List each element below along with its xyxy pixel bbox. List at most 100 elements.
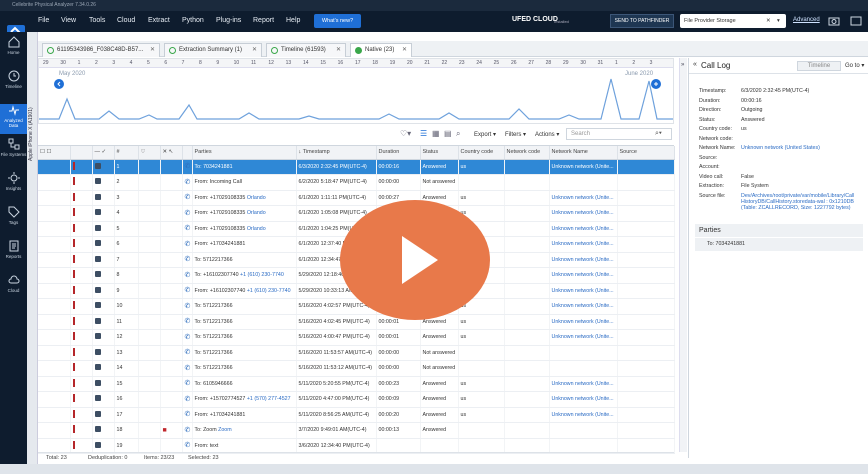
checkbox-icon[interactable]: [94, 193, 101, 200]
tag-filter-icon[interactable]: ♡▾: [400, 129, 411, 138]
global-search-select[interactable]: File Provider Storage ✕ ▾: [680, 14, 786, 28]
party-contact-link[interactable]: +1 (610) 230-7740: [247, 288, 291, 294]
row-flags[interactable]: [38, 422, 71, 439]
col-country-header[interactable]: Country code: [458, 146, 505, 160]
row-flags[interactable]: [38, 314, 71, 330]
party-contact-link[interactable]: Orlando: [247, 226, 266, 232]
menu-view[interactable]: View: [61, 17, 76, 24]
checkbox-icon[interactable]: [94, 240, 101, 247]
menu-file[interactable]: File: [38, 17, 49, 24]
camera-icon[interactable]: [828, 15, 840, 27]
checkbox-icon[interactable]: [94, 426, 101, 433]
row-checkbox[interactable]: [92, 298, 115, 315]
row-flags[interactable]: [38, 205, 71, 222]
party-contact-link[interactable]: Zoom: [218, 427, 232, 433]
checkbox-icon[interactable]: [94, 224, 101, 231]
row-network-name[interactable]: Unknown network (Unite...: [549, 376, 618, 392]
table-row[interactable]: 16 ✆ From: +15702774527 +1 (570) 277-4527 5…: [38, 391, 675, 408]
row-flags[interactable]: [38, 298, 71, 315]
row-network-name[interactable]: Unknown network (Unite...: [549, 159, 618, 175]
checkbox-icon[interactable]: [94, 162, 101, 169]
close-icon[interactable]: ✕: [150, 44, 155, 57]
menu-extract[interactable]: Extract: [148, 17, 170, 24]
row-tag[interactable]: [138, 407, 161, 423]
row-network-name[interactable]: [549, 422, 618, 439]
checkbox-icon[interactable]: [94, 364, 101, 371]
row-flags[interactable]: [38, 221, 71, 237]
row-flags[interactable]: [38, 283, 71, 299]
row-network-name[interactable]: Unknown network (Unite...: [549, 267, 618, 284]
row-checkbox[interactable]: [92, 283, 115, 299]
row-network-name[interactable]: Unknown network (Unite...: [549, 221, 618, 237]
row-checkbox[interactable]: [92, 422, 115, 439]
row-tag[interactable]: [138, 190, 161, 206]
checkbox-icon[interactable]: [94, 302, 101, 309]
row-tag[interactable]: [138, 205, 161, 222]
col-deleted-header[interactable]: ✕ ↖: [160, 146, 183, 160]
panel-splitter[interactable]: »: [679, 58, 687, 452]
detail-view-icon[interactable]: ▤: [444, 129, 452, 138]
table-view-icon[interactable]: ▦: [432, 129, 440, 138]
col-parties-header[interactable]: Parties: [192, 146, 297, 160]
row-checkbox[interactable]: [92, 221, 115, 237]
checkbox-icon[interactable]: [94, 379, 101, 386]
row-tag[interactable]: [138, 174, 161, 191]
row-checkbox[interactable]: [92, 360, 115, 377]
table-row[interactable]: 17 ✆ From: +17034241881 5/11/2020 8:56:25 …: [38, 407, 675, 423]
tab-device-report[interactable]: 61195343986_F038C48D-B57... ✕: [42, 43, 160, 57]
col-tag-header[interactable]: ♡: [138, 146, 161, 160]
col-check-header[interactable]: — ✓: [92, 146, 115, 160]
menu-tools[interactable]: Tools: [89, 17, 105, 24]
row-network-name[interactable]: [549, 174, 618, 191]
table-row[interactable]: 14 ✆ To: 5712217366 5/16/2020 11:53:12 AM(…: [38, 360, 675, 377]
col-icons-header[interactable]: [182, 146, 193, 160]
advanced-search-link[interactable]: Advanced: [793, 17, 820, 23]
row-tag[interactable]: [138, 159, 161, 175]
checkbox-icon[interactable]: [94, 317, 101, 324]
row-checkbox[interactable]: [92, 391, 115, 408]
col-network-name-header[interactable]: Network Name: [549, 146, 618, 160]
row-checkbox[interactable]: [92, 329, 115, 346]
menu-plugins[interactable]: Plug-ins: [216, 17, 241, 24]
table-row[interactable]: 12 ✆ To: 5712217366 5/16/2020 4:00:47 PM(U…: [38, 329, 675, 346]
col-duration-header[interactable]: Duration: [376, 146, 421, 160]
send-to-pathfinder-button[interactable]: SEND TO PATHFINDER: [610, 14, 674, 28]
parties-row[interactable]: To: 7034241881: [695, 238, 863, 251]
row-network-name[interactable]: Unknown network (Unite...: [549, 236, 618, 253]
checkbox-icon[interactable]: [94, 395, 101, 402]
row-flags[interactable]: [38, 267, 71, 284]
row-tag[interactable]: [138, 236, 161, 253]
checkbox-icon[interactable]: [94, 255, 101, 262]
row-network-name[interactable]: Unknown network (Unite...: [549, 391, 618, 408]
tab-timeline[interactable]: Timeline (61593) ✕: [266, 43, 346, 57]
tab-native[interactable]: Native (23) ✕: [350, 43, 412, 57]
row-network-name[interactable]: Unknown network (Unite...: [549, 190, 618, 206]
row-network-name[interactable]: [549, 345, 618, 361]
goto-menu[interactable]: Go to ▾: [845, 62, 864, 69]
col-flags-header[interactable]: ☐ ☐: [38, 146, 71, 160]
row-tag[interactable]: [138, 422, 161, 439]
row-flags[interactable]: [38, 329, 71, 346]
sidebar-item-tags[interactable]: Tags: [0, 206, 27, 236]
row-network-name[interactable]: Unknown network (Unite...: [549, 314, 618, 330]
grid-search-input[interactable]: Search ⌕▾: [566, 128, 672, 140]
party-contact-link[interactable]: +1 (570) 277-4527: [247, 396, 291, 402]
close-icon[interactable]: ✕: [336, 44, 341, 57]
row-network-name[interactable]: Unknown network (Unite...: [549, 205, 618, 222]
table-row[interactable]: 13 ✆ To: 5712217366 5/16/2020 11:53:57 AM(…: [38, 345, 675, 361]
menu-help[interactable]: Help: [286, 17, 300, 24]
export-menu[interactable]: Export ▾: [474, 131, 496, 138]
row-tag[interactable]: [138, 360, 161, 377]
sidebar-item-home[interactable]: Home: [0, 36, 27, 66]
checkbox-icon[interactable]: [94, 348, 101, 355]
map-view-icon[interactable]: ⌕: [456, 129, 460, 139]
timeline-button[interactable]: Timeline: [797, 61, 841, 71]
detail-value[interactable]: Dev/Archives/root/private/var/mobile/Lib…: [741, 193, 857, 211]
row-tag[interactable]: [138, 314, 161, 330]
table-row[interactable]: 2 ✆ From: Incoming Call 6/2/2020 5:18:47 P…: [38, 174, 675, 191]
row-flags[interactable]: [38, 159, 71, 175]
col-red-header[interactable]: [70, 146, 93, 160]
row-checkbox[interactable]: [92, 236, 115, 253]
row-flags[interactable]: [38, 345, 71, 361]
timeline-chart[interactable]: 29 30 1 2 3 4 5 6 7 8 9 10 11 12 13 14 15 16 17 18 19 20 21 22 2…: [38, 58, 674, 124]
